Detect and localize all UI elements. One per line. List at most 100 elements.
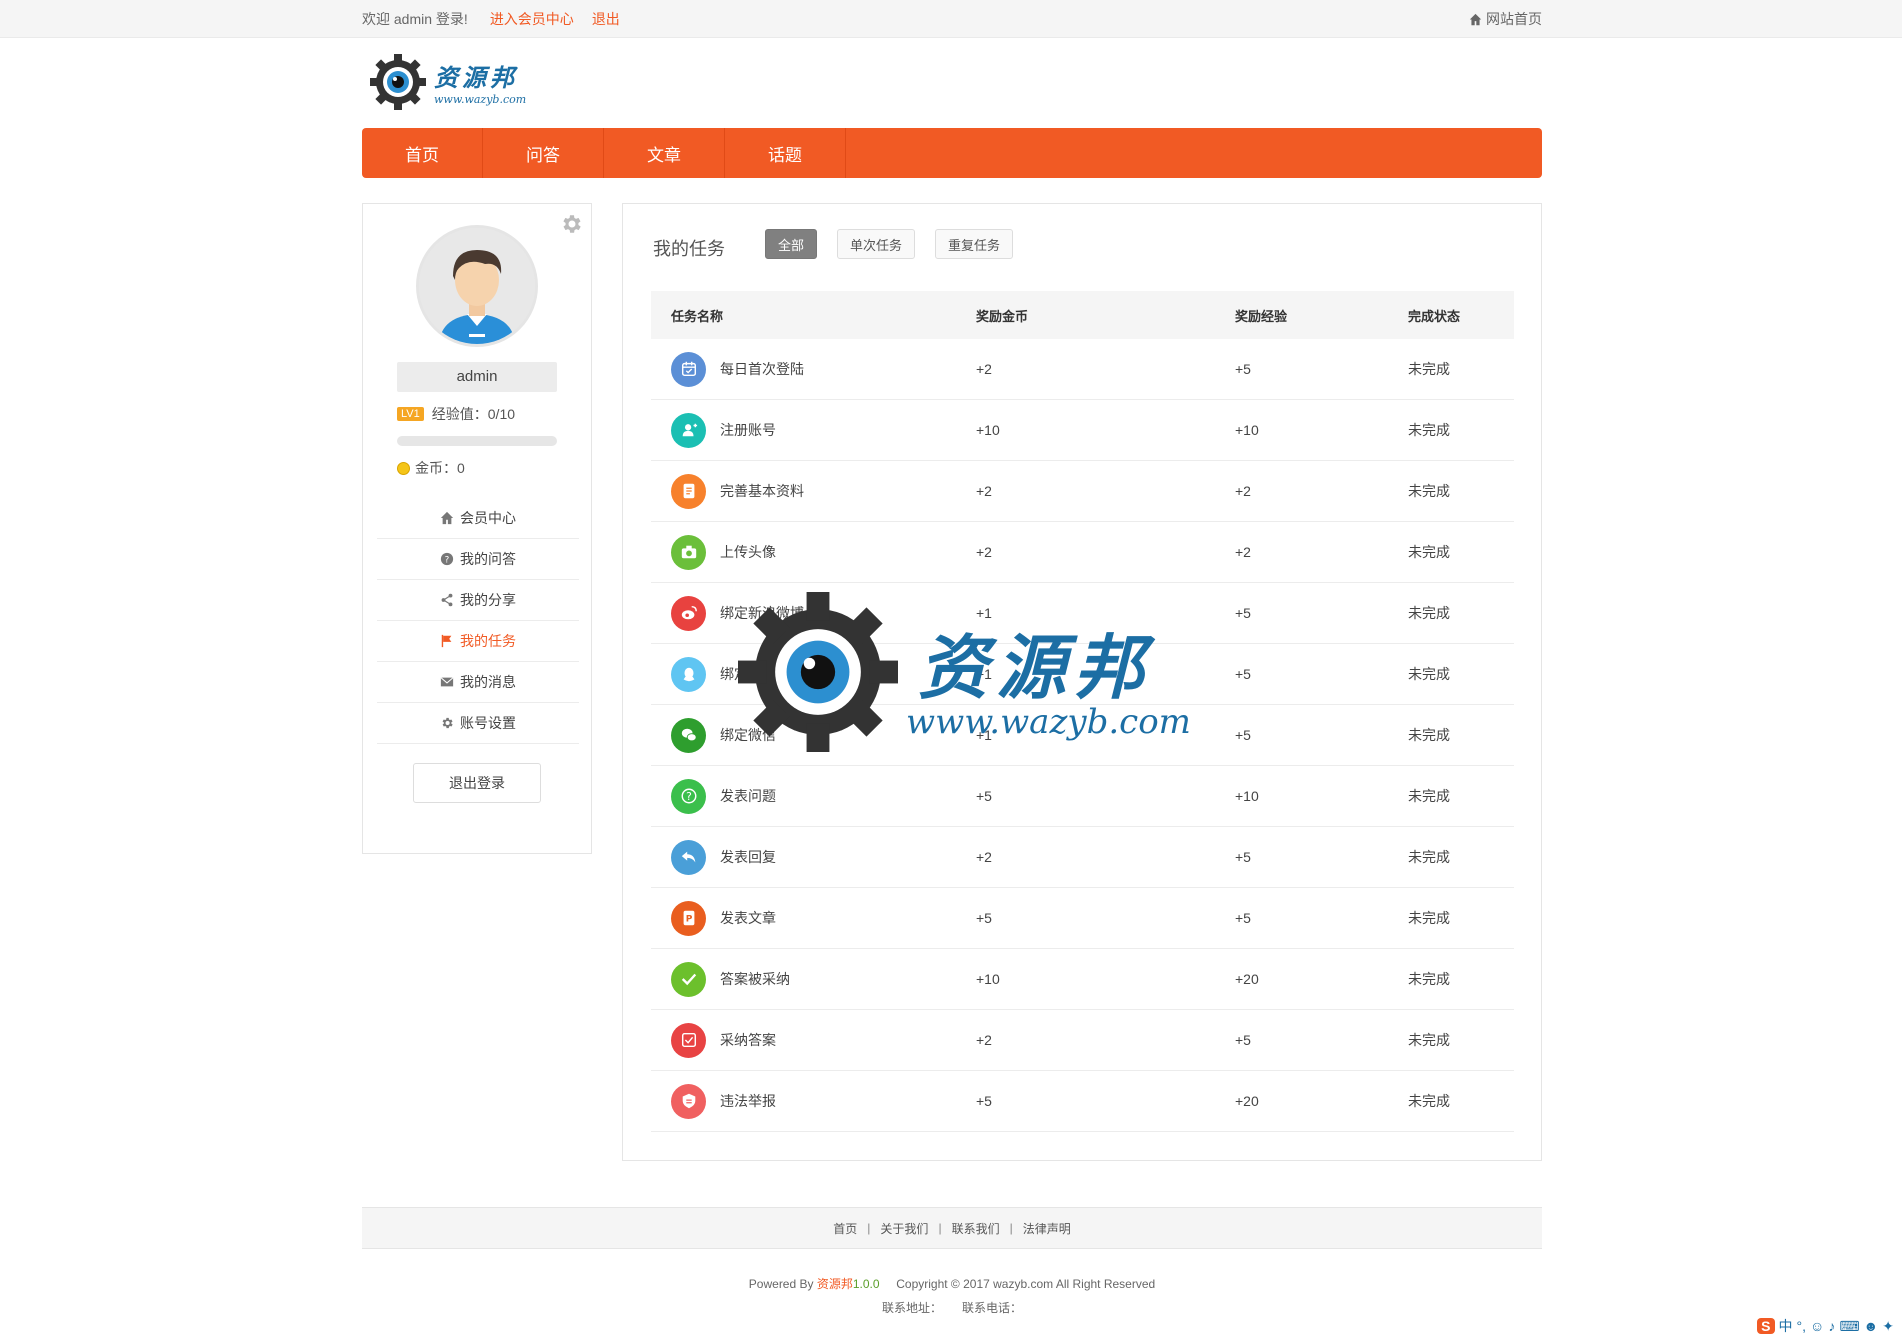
task-name-cell: 绑定新浪微博 [651, 595, 976, 631]
footer-separator: | [938, 1221, 942, 1235]
task-coins: +2 [976, 1032, 992, 1048]
powered-prefix: Powered By [748, 1277, 817, 1291]
flag-icon [441, 634, 452, 648]
level-badge: LV1 [397, 407, 424, 421]
col-exp: 奖励经验 [1235, 308, 1288, 324]
logout-link[interactable]: 退出 [592, 9, 620, 29]
task-exp: +5 [1235, 666, 1251, 682]
task-table: 任务名称 奖励金币 奖励经验 完成状态 每日首次登陆 +2 +5 未完成 注册账号 +10… [651, 291, 1514, 1132]
footer-link-home[interactable]: 首页 [833, 1220, 857, 1237]
task-name-cell: 注册账号 [651, 412, 976, 448]
ime-mic-icon[interactable]: ♪ [1828, 1318, 1835, 1334]
side-item-my-tasks[interactable]: 我的任务 [377, 621, 579, 662]
sogou-logo-icon: S [1757, 1318, 1775, 1334]
task-status: 未完成 [1408, 605, 1450, 621]
footer-link-about[interactable]: 关于我们 [880, 1220, 928, 1237]
side-item-label: 我的任务 [460, 633, 516, 649]
footer-links: 首页 | 关于我们 | 联系我们 | 法律声明 [362, 1207, 1542, 1249]
task-exp: +10 [1235, 422, 1259, 438]
table-row: 注册账号 +10 +10 未完成 [651, 400, 1514, 461]
task-name-cell: P 发表文章 [651, 900, 976, 936]
ime-user-icon[interactable]: ☻ [1864, 1318, 1879, 1334]
side-item-my-share[interactable]: 我的分享 [377, 580, 579, 621]
task-filter-tabs: 全部 单次任务 重复任务 [765, 229, 1014, 259]
svg-text:?: ? [445, 556, 450, 566]
page-title: 我的任务 [653, 239, 725, 259]
task-status: 未完成 [1408, 849, 1450, 865]
username: admin [397, 362, 557, 392]
weibo-icon [671, 595, 706, 631]
ime-skin-icon[interactable]: ✦ [1882, 1318, 1894, 1335]
task-name-cell: 每日首次登陆 [651, 351, 976, 387]
side-item-member-center[interactable]: 会员中心 [377, 498, 579, 539]
question-icon: ? [440, 552, 454, 566]
filter-one-time[interactable]: 单次任务 [837, 229, 916, 259]
task-name: 绑定新浪微博 [720, 605, 804, 621]
footer-link-legal[interactable]: 法律声明 [1023, 1220, 1071, 1237]
task-name: 采纳答案 [720, 1032, 776, 1048]
filter-all[interactable]: 全部 [765, 229, 818, 259]
table-row: 采纳答案 +2 +5 未完成 [651, 1010, 1514, 1071]
task-rows: 每日首次登陆 +2 +5 未完成 注册账号 +10 +10 未完成 完善基本资料 +2 +2 未完成上… [651, 339, 1514, 1132]
task-name: 发表问题 [720, 788, 776, 804]
task-coins: +2 [976, 483, 992, 499]
ime-emoji-icon[interactable]: ☺ [1810, 1318, 1824, 1334]
main-nav: 首页 问答 文章 话题 [362, 128, 1542, 178]
logout-button[interactable]: 退出登录 [413, 763, 541, 803]
col-coins: 奖励金币 [976, 308, 1029, 324]
table-row: P 发表文章 +5 +5 未完成 [651, 888, 1514, 949]
task-exp: +5 [1235, 849, 1251, 865]
task-exp: +5 [1235, 361, 1251, 377]
task-coins: +2 [976, 544, 992, 560]
nav-home[interactable]: 首页 [362, 128, 483, 178]
ime-toolbar[interactable]: S 中 °, ☺ ♪ ⌨ ☻ ✦ [1757, 1314, 1894, 1338]
task-name: 答案被采纳 [720, 971, 790, 987]
ime-mode[interactable]: 中 [1779, 1316, 1793, 1336]
nav-topics[interactable]: 话题 [725, 128, 846, 178]
task-name: 上传头像 [720, 544, 776, 560]
accept-icon [671, 1022, 706, 1058]
task-name: 每日首次登陆 [720, 361, 804, 377]
wechat-icon [671, 717, 706, 753]
task-exp: +5 [1235, 910, 1251, 926]
tasks-panel: 我的任务 全部 单次任务 重复任务 任务名称 奖励金币 奖励经验 完成状态 每日… [622, 203, 1542, 1161]
svg-text:P: P [685, 915, 692, 925]
table-row: 上传头像 +2 +2 未完成 [651, 522, 1514, 583]
table-row: 发表回复 +2 +5 未完成 [651, 827, 1514, 888]
site-home-link[interactable]: 网站首页 [1469, 9, 1542, 29]
member-center-link[interactable]: 进入会员中心 [490, 9, 574, 29]
task-name: 绑定QQ账号 [720, 666, 798, 682]
table-row: 完善基本资料 +2 +2 未完成 [651, 461, 1514, 522]
task-status: 未完成 [1408, 971, 1450, 987]
task-status: 未完成 [1408, 1032, 1450, 1048]
task-name-cell: ? 发表问题 [651, 778, 976, 814]
powered-name-link[interactable]: 资源邦 [817, 1277, 853, 1291]
task-name: 违法举报 [720, 1093, 776, 1109]
task-exp: +5 [1235, 727, 1251, 743]
site-logo[interactable]: 资源邦 www.wazyb.com [370, 52, 540, 112]
side-item-account-settings[interactable]: 账号设置 [377, 703, 579, 744]
article-icon: P [671, 900, 706, 936]
avatar[interactable] [416, 225, 538, 347]
task-coins: +2 [976, 849, 992, 865]
side-item-my-qa[interactable]: ? 我的问答 [377, 539, 579, 580]
ime-keyboard-icon[interactable]: ⌨ [1839, 1318, 1859, 1335]
nav-articles[interactable]: 文章 [604, 128, 725, 178]
task-coins: +10 [976, 422, 1000, 438]
filter-repeat[interactable]: 重复任务 [935, 229, 1014, 259]
task-status: 未完成 [1408, 483, 1450, 499]
ime-punctuation-icon[interactable]: °, [1797, 1318, 1807, 1334]
task-coins: +5 [976, 1093, 992, 1109]
col-task-name: 任务名称 [671, 308, 724, 324]
nav-qa[interactable]: 问答 [483, 128, 604, 178]
calendar-icon [671, 351, 706, 387]
settings-gear-icon[interactable] [559, 212, 583, 236]
task-name-cell: 绑定QQ账号 [651, 656, 976, 692]
footer-link-contact[interactable]: 联系我们 [952, 1220, 1000, 1237]
task-status: 未完成 [1408, 544, 1450, 560]
table-row: 绑定微信 +1 +5 未完成 [651, 705, 1514, 766]
user-add-icon [671, 412, 706, 448]
home-icon [1469, 13, 1482, 25]
task-name: 发表文章 [720, 910, 776, 926]
side-item-my-messages[interactable]: 我的消息 [377, 662, 579, 703]
